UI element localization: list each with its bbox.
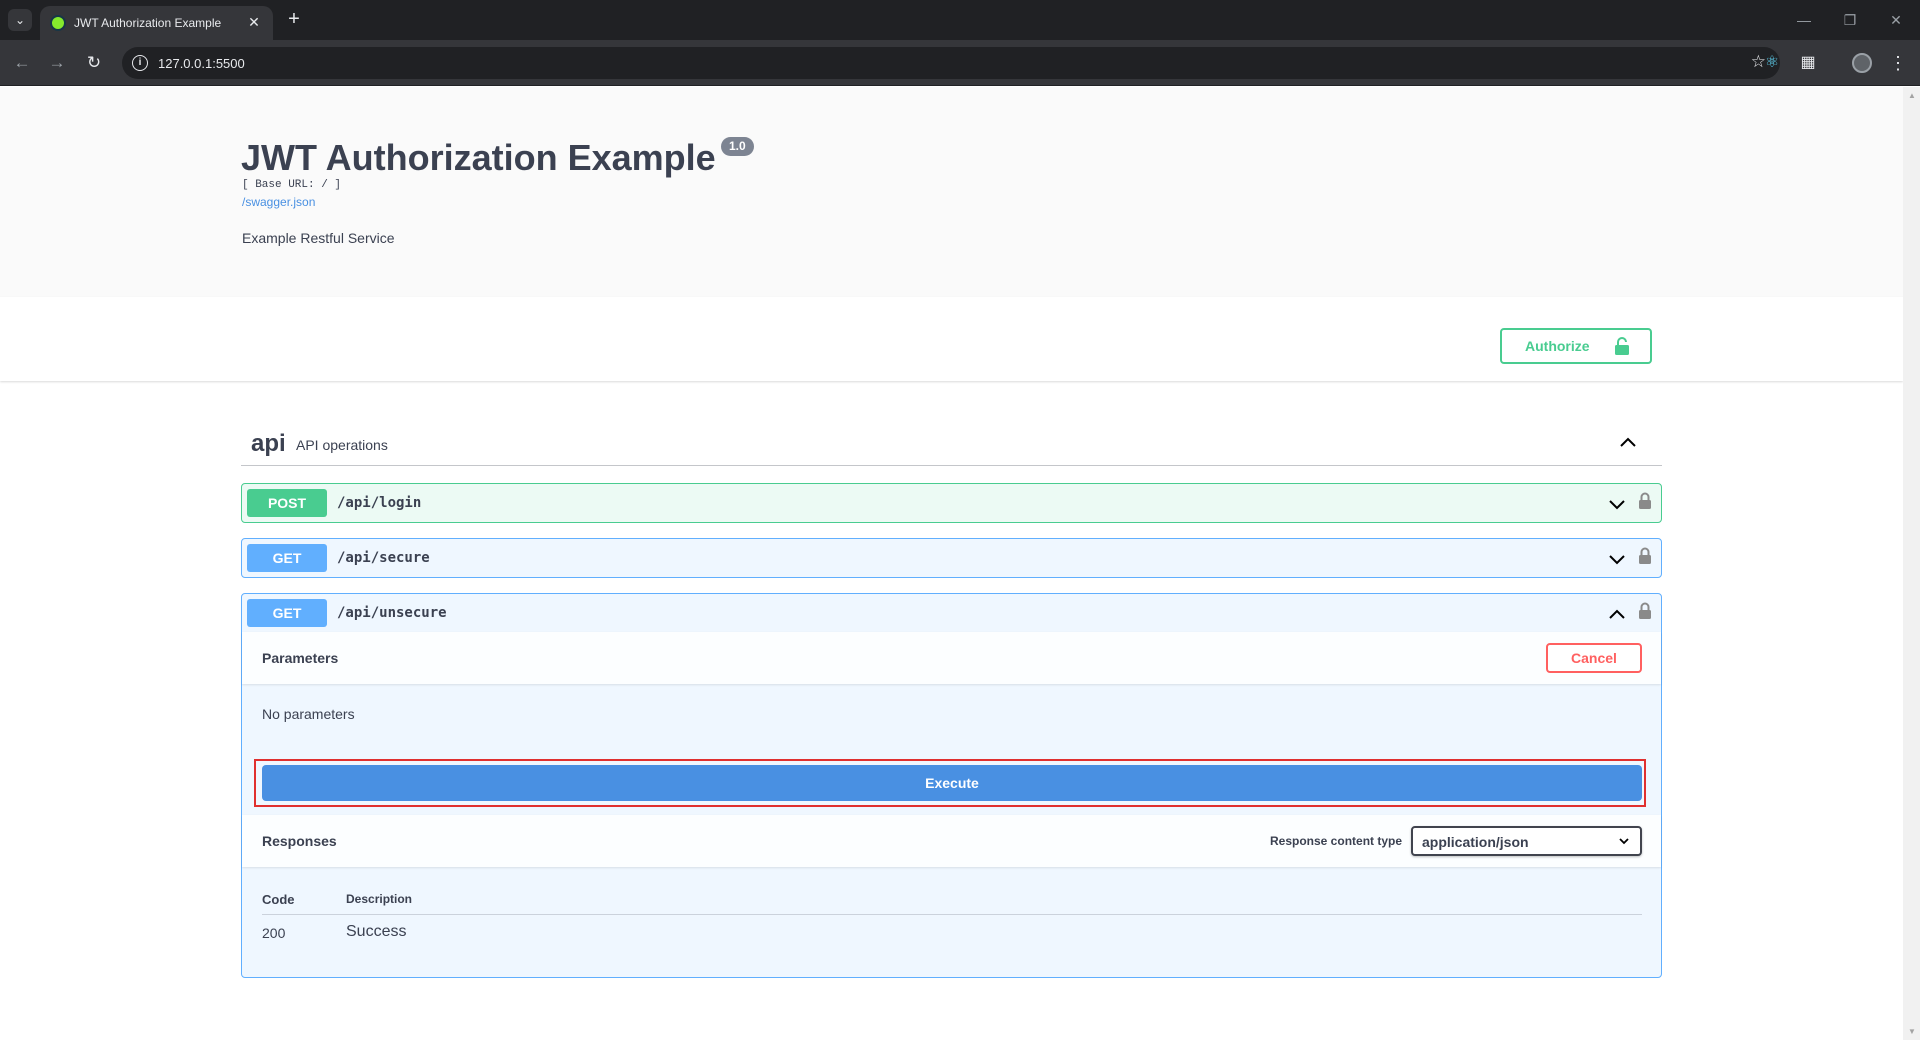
parameters-header: Parameters Cancel <box>242 632 1661 684</box>
browser-menu-kebab-icon[interactable]: ⋮ <box>1888 51 1908 75</box>
tag-description: API operations <box>296 437 388 453</box>
scheme-container: Authorize <box>0 297 1903 381</box>
browser-tab[interactable]: JWT Authorization Example ✕ <box>40 6 273 40</box>
lock-icon[interactable] <box>1638 601 1652 621</box>
opblock-post-login[interactable]: POST /api/login <box>241 483 1662 523</box>
parameters-title: Parameters <box>262 650 339 666</box>
new-tab-plus-icon[interactable]: + <box>282 8 306 32</box>
site-info-icon[interactable]: i <box>132 55 148 71</box>
response-description: Success <box>346 923 407 940</box>
chevron-up-icon[interactable] <box>1607 604 1627 624</box>
api-description: Example Restful Service <box>242 230 395 246</box>
lock-icon[interactable] <box>1638 546 1652 566</box>
response-content-type-value: application/json <box>1422 834 1529 850</box>
minimize-icon[interactable]: — <box>1792 8 1816 32</box>
tab-close-icon[interactable]: ✕ <box>245 13 263 31</box>
responses-table-header-code: Code <box>262 892 295 907</box>
unlocked-lock-icon <box>1615 337 1629 355</box>
extensions-puzzle-icon[interactable]: ▦ <box>1796 51 1820 75</box>
method-badge: POST <box>247 489 327 517</box>
no-parameters-text: No parameters <box>262 706 355 722</box>
scroll-down-arrow-icon[interactable]: ▼ <box>1908 1027 1916 1036</box>
swagger-favicon-icon <box>50 15 66 31</box>
lock-icon[interactable] <box>1638 491 1652 511</box>
opblock-get-secure[interactable]: GET /api/secure <box>241 538 1662 578</box>
browser-toolbar: ← → ↻ i 127.0.0.1:5500 ☆ ⚛ ▦ ⋮ <box>0 40 1920 86</box>
react-devtools-extension-icon[interactable]: ⚛ <box>1760 51 1784 75</box>
cancel-button[interactable]: Cancel <box>1546 643 1642 673</box>
tab-title: JWT Authorization Example <box>74 16 222 30</box>
opblock-get-unsecure: GET /api/unsecure Parameters Cancel No p… <box>241 593 1662 978</box>
responses-table-divider <box>262 914 1642 915</box>
responses-header: Responses Response content type applicat… <box>242 815 1661 867</box>
swagger-json-link[interactable]: /swagger.json <box>242 195 315 209</box>
browser-tab-bar: ⌄ JWT Authorization Example ✕ + — ❐ ✕ <box>0 0 1920 40</box>
restore-icon[interactable]: ❐ <box>1838 8 1862 32</box>
operation-path: /api/login <box>337 495 422 511</box>
execute-button[interactable]: Execute <box>262 765 1642 801</box>
tag-section-header[interactable]: api API operations <box>241 422 1662 466</box>
operation-body: Parameters Cancel No parameters Execute … <box>242 632 1661 977</box>
base-url: [ Base URL: / ] <box>242 179 342 191</box>
scroll-up-arrow-icon[interactable]: ▲ <box>1908 91 1916 100</box>
tag-name: api <box>251 430 286 457</box>
response-content-type-label: Response content type <box>1270 834 1403 848</box>
forward-arrow-icon[interactable]: → <box>45 51 69 75</box>
chevron-up-icon[interactable] <box>1618 432 1638 452</box>
tab-list-chevron-down-icon[interactable]: ⌄ <box>8 9 32 31</box>
page-viewport: JWT Authorization Example 1.0 [ Base URL… <box>0 87 1903 1040</box>
chevron-down-icon[interactable] <box>1607 494 1627 514</box>
method-badge[interactable]: GET <box>247 599 327 627</box>
profile-avatar[interactable] <box>1852 53 1872 73</box>
back-arrow-icon[interactable]: ← <box>10 51 34 75</box>
version-badge: 1.0 <box>721 137 754 156</box>
window-close-icon[interactable]: ✕ <box>1884 8 1908 32</box>
api-info-section: JWT Authorization Example 1.0 [ Base URL… <box>0 87 1903 297</box>
chevron-down-icon <box>1619 838 1629 845</box>
response-content-type-select[interactable]: application/json <box>1411 826 1642 856</box>
responses-title: Responses <box>262 833 337 849</box>
address-url[interactable]: 127.0.0.1:5500 <box>158 56 245 71</box>
responses-table-header-description: Description <box>346 892 413 906</box>
api-title: JWT Authorization Example <box>241 137 716 178</box>
reload-icon[interactable]: ↻ <box>82 51 106 75</box>
operation-path: /api/secure <box>337 550 430 566</box>
response-code: 200 <box>262 925 286 941</box>
operation-path[interactable]: /api/unsecure <box>337 605 447 621</box>
authorize-button[interactable]: Authorize <box>1500 328 1652 364</box>
page-scrollbar[interactable]: ▲ ▼ <box>1903 87 1920 1040</box>
authorize-label: Authorize <box>1525 338 1590 354</box>
method-badge: GET <box>247 544 327 572</box>
address-bar[interactable]: i 127.0.0.1:5500 ☆ <box>122 47 1780 79</box>
chevron-down-icon[interactable] <box>1607 549 1627 569</box>
